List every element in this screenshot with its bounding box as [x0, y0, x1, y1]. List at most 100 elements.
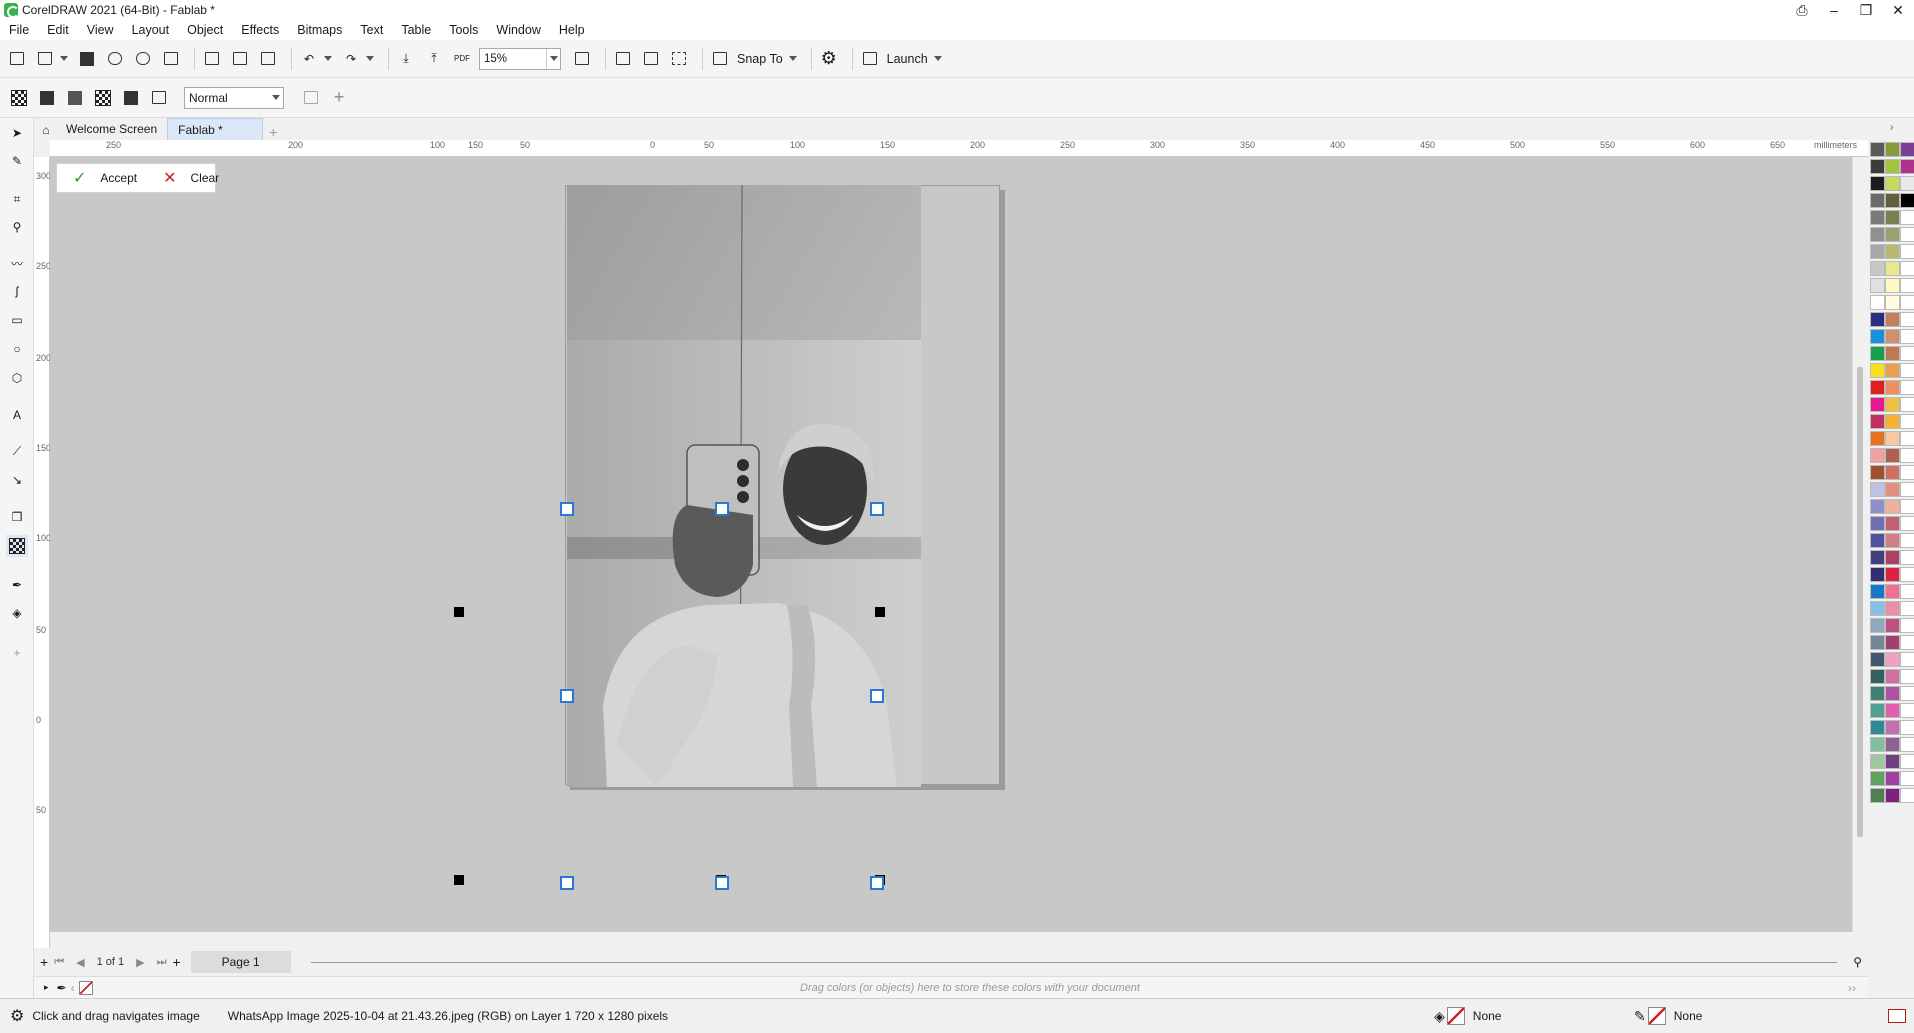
- color-swatch[interactable]: [1885, 669, 1900, 684]
- fill-indicator[interactable]: ◈ None: [1434, 1007, 1501, 1025]
- cut-icon[interactable]: [201, 48, 223, 70]
- restore-icon[interactable]: ⎙: [1786, 0, 1818, 20]
- add-icon[interactable]: +: [328, 87, 350, 109]
- color-swatch[interactable]: [1900, 397, 1914, 412]
- color-swatch[interactable]: [1870, 788, 1885, 803]
- color-swatch[interactable]: [1885, 482, 1900, 497]
- launch-dropdown-icon[interactable]: [933, 56, 942, 61]
- color-swatch[interactable]: [1900, 737, 1914, 752]
- ellipse-tool-icon[interactable]: ○: [6, 338, 28, 360]
- launch-icon[interactable]: [859, 48, 881, 70]
- color-swatch[interactable]: [1870, 482, 1885, 497]
- color-swatch[interactable]: [1900, 431, 1914, 446]
- color-swatch[interactable]: [1870, 448, 1885, 463]
- crop-tool-icon[interactable]: ⌗: [6, 188, 28, 210]
- color-swatch[interactable]: [1870, 210, 1885, 225]
- show-grid-icon[interactable]: [640, 48, 662, 70]
- eyedropper-tool-icon[interactable]: ✒: [6, 574, 28, 596]
- copy-icon[interactable]: [229, 48, 251, 70]
- color-swatch[interactable]: [1900, 278, 1914, 293]
- transparency-vector-pattern-icon[interactable]: [92, 87, 114, 109]
- previous-page-icon[interactable]: ◀: [76, 956, 84, 969]
- full-screen-icon[interactable]: [571, 48, 593, 70]
- color-swatch[interactable]: [1900, 567, 1914, 582]
- color-swatch[interactable]: [1900, 346, 1914, 361]
- clear-button[interactable]: ✕ Clear: [155, 168, 219, 188]
- artistic-media-tool-icon[interactable]: ʃ: [6, 280, 28, 302]
- freehand-tool-icon[interactable]: 〰: [6, 252, 28, 274]
- color-swatch[interactable]: [1885, 193, 1900, 208]
- color-swatch[interactable]: [1900, 652, 1914, 667]
- color-swatch[interactable]: [1900, 448, 1914, 463]
- menu-tools[interactable]: Tools: [440, 23, 487, 37]
- zoom-navigator-icon[interactable]: ⚲: [1853, 955, 1862, 969]
- color-swatch[interactable]: [1870, 720, 1885, 735]
- color-swatch[interactable]: [1870, 754, 1885, 769]
- color-swatch[interactable]: [1885, 380, 1900, 395]
- menu-table[interactable]: Table: [392, 23, 440, 37]
- color-swatch[interactable]: [1885, 788, 1900, 803]
- color-swatch[interactable]: [1885, 414, 1900, 429]
- cloud-upload-icon[interactable]: [104, 48, 126, 70]
- zoom-tool-icon[interactable]: ⚲: [6, 216, 28, 238]
- cloud-download-icon[interactable]: [132, 48, 154, 70]
- first-page-icon[interactable]: ⏮: [54, 956, 64, 969]
- show-guidelines-icon[interactable]: [668, 48, 690, 70]
- color-swatch[interactable]: [1870, 431, 1885, 446]
- color-swatch[interactable]: [1885, 635, 1900, 650]
- color-swatch[interactable]: [1885, 737, 1900, 752]
- color-swatch[interactable]: [1870, 278, 1885, 293]
- color-swatch[interactable]: [1870, 533, 1885, 548]
- color-swatch[interactable]: [1900, 703, 1914, 718]
- color-swatch[interactable]: [1870, 465, 1885, 480]
- color-swatch[interactable]: [1870, 584, 1885, 599]
- color-swatch[interactable]: [1900, 499, 1914, 514]
- polygon-tool-icon[interactable]: ⬡: [6, 367, 28, 389]
- add-tab-icon[interactable]: +: [269, 124, 277, 140]
- color-swatch[interactable]: [1885, 244, 1900, 259]
- paste-icon[interactable]: [257, 48, 279, 70]
- redo-dropdown-icon[interactable]: [366, 56, 374, 61]
- show-rulers-icon[interactable]: [612, 48, 634, 70]
- color-swatch[interactable]: [1900, 516, 1914, 531]
- close-button[interactable]: ✕: [1882, 0, 1914, 20]
- last-page-icon[interactable]: ⏭: [157, 956, 167, 969]
- menu-file[interactable]: File: [0, 23, 38, 37]
- merge-mode-select[interactable]: Normal: [184, 86, 284, 109]
- color-swatch[interactable]: [1900, 771, 1914, 786]
- color-swatch[interactable]: [1900, 533, 1914, 548]
- color-swatch[interactable]: [1870, 312, 1885, 327]
- snap-to-dropdown-icon[interactable]: [788, 56, 797, 61]
- color-swatch[interactable]: [1885, 771, 1900, 786]
- scrollbar-thumb[interactable]: [1857, 367, 1863, 837]
- color-swatch[interactable]: [1870, 703, 1885, 718]
- status-gear-icon[interactable]: ⚙: [10, 1006, 24, 1026]
- no-color-swatch[interactable]: [78, 980, 93, 995]
- color-swatch[interactable]: [1870, 550, 1885, 565]
- crop-handle[interactable]: [454, 607, 464, 617]
- color-swatch[interactable]: [1870, 159, 1885, 174]
- color-swatch[interactable]: [1885, 227, 1900, 242]
- color-swatch[interactable]: [1885, 618, 1900, 633]
- shape-tool-icon[interactable]: ✎: [6, 150, 28, 172]
- color-swatch[interactable]: [1900, 720, 1914, 735]
- color-swatch[interactable]: [1900, 295, 1914, 310]
- crop-area-handle[interactable]: [870, 689, 884, 703]
- open-folder-icon[interactable]: [34, 48, 56, 70]
- outline-indicator[interactable]: ✎ None: [1634, 1007, 1702, 1025]
- horizontal-ruler[interactable]: 250 200 150 100 50 0 50 100 150 200 250 …: [50, 140, 1868, 157]
- bitmap-image[interactable]: [567, 185, 921, 787]
- color-swatch[interactable]: [1870, 142, 1885, 157]
- color-swatch[interactable]: [1885, 720, 1900, 735]
- crop-area-handle[interactable]: [870, 876, 884, 890]
- color-swatch[interactable]: [1900, 584, 1914, 599]
- color-swatch[interactable]: [1900, 363, 1914, 378]
- crop-area-handle[interactable]: [560, 689, 574, 703]
- color-swatch[interactable]: [1900, 210, 1914, 225]
- color-swatch[interactable]: [1870, 176, 1885, 191]
- color-swatch[interactable]: [1885, 550, 1900, 565]
- transparency-uniform-icon[interactable]: [8, 87, 30, 109]
- copy-transparency-icon[interactable]: [300, 87, 322, 109]
- color-swatch[interactable]: [1885, 601, 1900, 616]
- color-swatch[interactable]: [1870, 669, 1885, 684]
